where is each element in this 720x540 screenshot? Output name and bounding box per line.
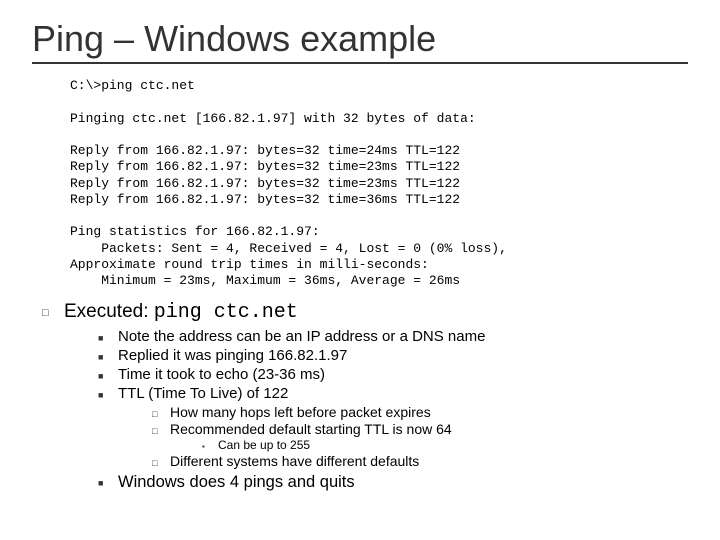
- executed-line: Executed: ping ctc.net: [64, 301, 298, 324]
- text: Replied it was pinging 166.82.1.97: [118, 347, 347, 364]
- square-bullet-icon: □: [42, 301, 64, 319]
- square-bullet-icon: ■: [98, 328, 118, 343]
- executed-label: Executed:: [64, 301, 149, 322]
- bullet-time: ■ Time it took to echo (23-36 ms): [98, 366, 688, 383]
- text: Different systems have different default…: [170, 453, 419, 469]
- square-bullet-icon: ▪: [202, 438, 218, 451]
- square-bullet-icon: □: [152, 453, 170, 468]
- ping-output-code: C:\>ping ctc.net Pinging ctc.net [166.82…: [70, 78, 688, 289]
- text: TTL (Time To Live) of 122: [118, 385, 288, 402]
- bullet-windows-4pings: ■ Windows does 4 pings and quits: [98, 473, 688, 492]
- slide-content: □ Executed: ping ctc.net ■ Note the addr…: [42, 301, 688, 492]
- square-bullet-icon: ■: [98, 347, 118, 362]
- text: Recommended default starting TTL is now …: [170, 421, 452, 437]
- bullet-diff-defaults: □ Different systems have different defau…: [152, 453, 688, 469]
- bullet-hops: □ How many hops left before packet expir…: [152, 404, 688, 420]
- slide: Ping – Windows example C:\>ping ctc.net …: [0, 0, 720, 502]
- bullet-executed: □ Executed: ping ctc.net: [42, 301, 688, 324]
- bullet-note-address: ■ Note the address can be an IP address …: [98, 328, 688, 345]
- text: Time it took to echo (23-36 ms): [118, 366, 325, 383]
- bullet-default-ttl: □ Recommended default starting TTL is no…: [152, 421, 688, 437]
- text: Can be up to 255: [218, 438, 310, 452]
- text: Windows does 4 pings and quits: [118, 473, 355, 492]
- bullet-upto-255: ▪ Can be up to 255: [202, 438, 688, 452]
- square-bullet-icon: ■: [98, 385, 118, 400]
- executed-command: ping ctc.net: [154, 301, 298, 324]
- text: Note the address can be an IP address or…: [118, 328, 485, 345]
- bullet-ttl: ■ TTL (Time To Live) of 122: [98, 385, 688, 402]
- text: How many hops left before packet expires: [170, 404, 431, 420]
- bullet-replied: ■ Replied it was pinging 166.82.1.97: [98, 347, 688, 364]
- slide-title: Ping – Windows example: [32, 18, 688, 64]
- square-bullet-icon: ■: [98, 473, 118, 488]
- square-bullet-icon: □: [152, 404, 170, 419]
- square-bullet-icon: ■: [98, 366, 118, 381]
- square-bullet-icon: □: [152, 421, 170, 436]
